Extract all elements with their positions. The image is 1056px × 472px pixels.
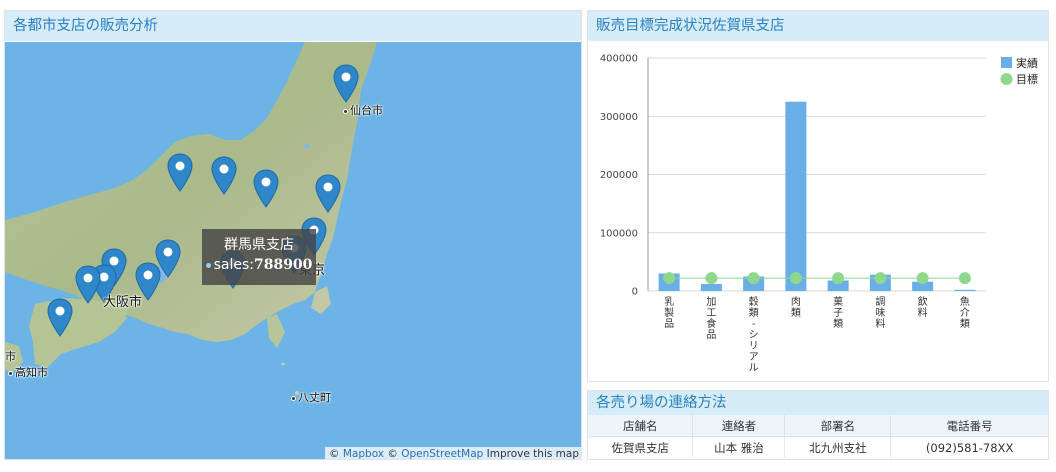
chart-panel-title: 販売目標完成状況佐賀県支店 [588, 11, 1048, 41]
tooltip-branch-name: 群馬県支店 [224, 237, 294, 253]
map-pin-ibaraki[interactable] [315, 174, 341, 214]
x-tick-label: 穀類-シリアル [749, 295, 759, 374]
map-pin-hyogo[interactable] [75, 265, 101, 305]
map-pin-gunma[interactable] [253, 169, 279, 209]
x-tick-label: 魚介類 [960, 295, 970, 330]
legend-label-actual: 実績 [1016, 56, 1038, 70]
y-tick-label: 100000 [600, 228, 638, 239]
city-label-hachijo: 八丈町 [291, 389, 331, 405]
city-label-sendai: 仙台市 [343, 102, 383, 118]
map-pin-sendai[interactable] [333, 64, 359, 104]
column-header-contact: 連絡者 [692, 415, 786, 437]
map-tooltip: 群馬県支店 sales:788900 [202, 229, 316, 285]
target-point [958, 272, 971, 285]
target-point [916, 272, 929, 285]
y-tick-label: 0 [632, 287, 638, 298]
x-tick-label: 乳製品 [664, 295, 674, 330]
column-header-department: 部署名 [784, 415, 892, 437]
y-tick-label: 400000 [600, 54, 638, 65]
target-point [789, 272, 802, 285]
bar [700, 284, 722, 291]
bar [954, 289, 976, 291]
target-point [747, 272, 760, 285]
target-point [663, 272, 676, 285]
tooltip-sales: sales:788900 [202, 255, 316, 275]
table-row[interactable]: 佐賀県支店 山本 雅治 北九州支社 (092)581-78XX [588, 436, 1048, 458]
y-tick-label: 300000 [600, 112, 638, 123]
target-point [705, 272, 718, 285]
improve-map-link[interactable]: Improve this map [487, 448, 579, 459]
mapbox-link[interactable]: Mapbox [343, 448, 384, 459]
map-panel: 各都市支店の販売分析 仙台市 大阪市 高知市 市 八丈町 群馬県支店 sales… [4, 10, 582, 460]
x-tick-label: 調味料 [875, 295, 885, 330]
legend-swatch-target [1000, 73, 1013, 85]
x-tick-label: 加工食品 [706, 296, 716, 341]
chart-panel: 販売目標完成状況佐賀県支店 0 100000 200000 300000 400000 乳… [587, 10, 1049, 382]
cell-store: 佐賀県支店 [588, 436, 694, 458]
column-header-store: 店舗名 [588, 415, 694, 437]
contact-table-header-row: 店舗名 連絡者 部署名 電話番号 [588, 415, 1048, 437]
y-tick-label: 200000 [600, 170, 638, 181]
cell-department: 北九州支社 [784, 436, 892, 458]
map-panel-title: 各都市支店の販売分析 [5, 11, 581, 41]
x-tick-label: 肉類 [791, 295, 801, 319]
legend-label-target: 目標 [1016, 72, 1038, 86]
cell-contact: 山本 雅治 [692, 436, 786, 458]
city-label-kochi: 高知市 [8, 364, 48, 380]
sales-target-chart: 0 100000 200000 300000 400000 乳製品 加工食品 穀類-シリアル 肉… [600, 54, 1038, 375]
contact-panel-title: 各売り場の連絡方法 [588, 391, 1048, 415]
cell-phone: (092)581-78XX [925, 440, 1014, 455]
map-view[interactable]: 仙台市 東京 大阪市 高知市 市 八丈町 群馬県支店 sales:788900 … [5, 42, 581, 459]
x-tick-label: 飲料 [918, 295, 928, 319]
map-attribution: © Mapbox © OpenStreetMap Improve this ma… [325, 447, 581, 459]
map-pin-niigata[interactable] [211, 156, 237, 196]
x-tick-label: 菓子類 [833, 296, 843, 330]
tooltip-sales-value: 788900 [253, 257, 313, 273]
contact-panel: 各売り場の連絡方法 店舗名 連絡者 部署名 電話番号 佐賀県支店 山本 雅治 北… [587, 390, 1049, 460]
city-label-edge: 市 [5, 350, 16, 363]
target-point [832, 272, 845, 285]
map-pin-kagawa[interactable] [47, 298, 73, 338]
bar [785, 101, 807, 291]
city-label-osaka: 大阪市 [103, 295, 143, 310]
column-header-phone: 電話番号 [890, 415, 1048, 437]
contact-table: 店舗名 連絡者 部署名 電話番号 佐賀県支店 山本 雅治 北九州支社 (092)… [588, 415, 1048, 458]
legend-swatch-actual [1001, 57, 1012, 68]
tooltip-dot-icon [205, 262, 211, 268]
map-pin-toyama[interactable] [167, 153, 193, 193]
target-point [874, 272, 887, 285]
openstreetmap-link[interactable]: OpenStreetMap [401, 448, 483, 459]
